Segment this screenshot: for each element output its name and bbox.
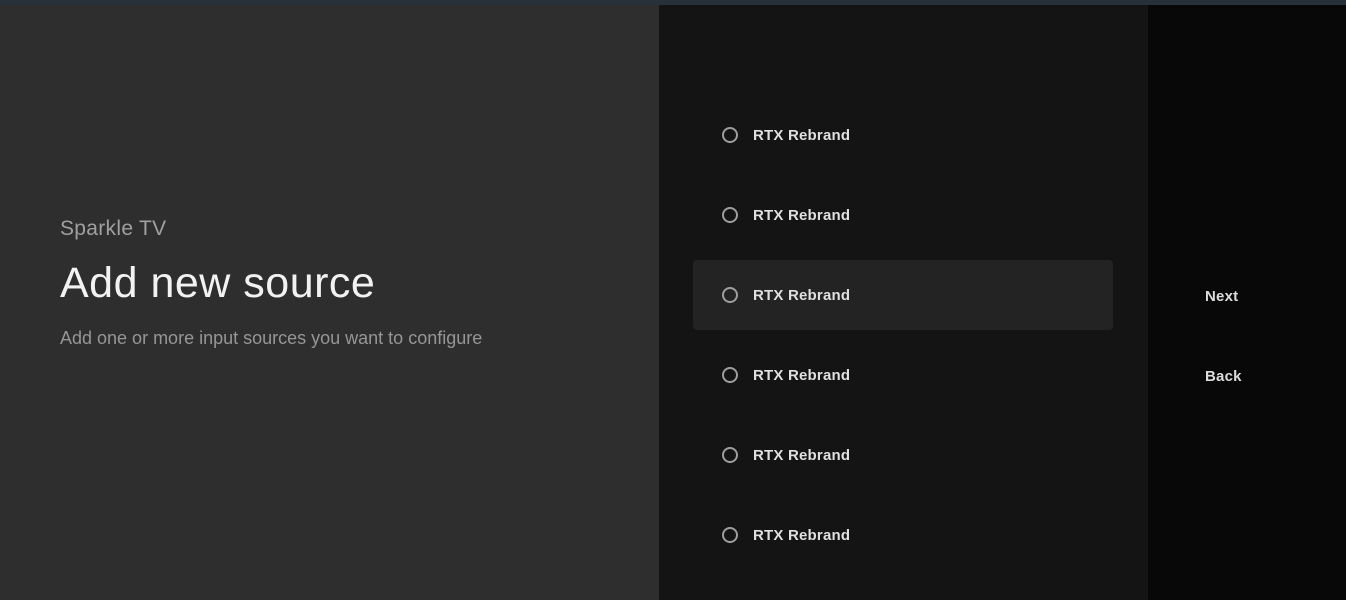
top-status-bar	[0, 0, 1346, 5]
app-name: Sparkle TV	[60, 216, 620, 242]
radio-button-icon	[722, 127, 738, 143]
source-list-panel: RTX Rebrand RTX Rebrand RTX Rebrand RTX …	[659, 5, 1148, 600]
radio-button-icon	[722, 447, 738, 463]
source-item-label: RTX Rebrand	[753, 287, 850, 304]
page-title: Add new source	[60, 257, 620, 309]
radio-button-icon	[722, 527, 738, 543]
source-item-label: RTX Rebrand	[753, 207, 850, 224]
next-button[interactable]: Next	[1205, 282, 1238, 310]
source-item-label: RTX Rebrand	[753, 527, 850, 544]
radio-button-icon	[722, 367, 738, 383]
source-list-item[interactable]: RTX Rebrand	[693, 500, 1113, 570]
source-item-label: RTX Rebrand	[753, 127, 850, 144]
page-subtitle: Add one or more input sources you want t…	[60, 326, 620, 350]
source-item-label: RTX Rebrand	[753, 367, 850, 384]
wizard-info-content: Sparkle TV Add new source Add one or mor…	[60, 216, 620, 350]
radio-button-icon	[722, 287, 738, 303]
wizard-info-panel: Sparkle TV Add new source Add one or mor…	[0, 5, 659, 600]
source-list-item[interactable]: RTX Rebrand	[693, 180, 1113, 250]
source-item-label: RTX Rebrand	[753, 447, 850, 464]
source-list-item[interactable]: RTX Rebrand	[693, 420, 1113, 490]
radio-button-icon	[722, 207, 738, 223]
source-list-item[interactable]: RTX Rebrand	[693, 340, 1113, 410]
source-list-item[interactable]: RTX Rebrand	[693, 100, 1113, 170]
source-list-item[interactable]: RTX Rebrand	[693, 260, 1113, 330]
source-list: RTX Rebrand RTX Rebrand RTX Rebrand RTX …	[693, 100, 1113, 570]
wizard-actions-panel: Next Back	[1148, 5, 1346, 600]
back-button[interactable]: Back	[1205, 362, 1242, 390]
